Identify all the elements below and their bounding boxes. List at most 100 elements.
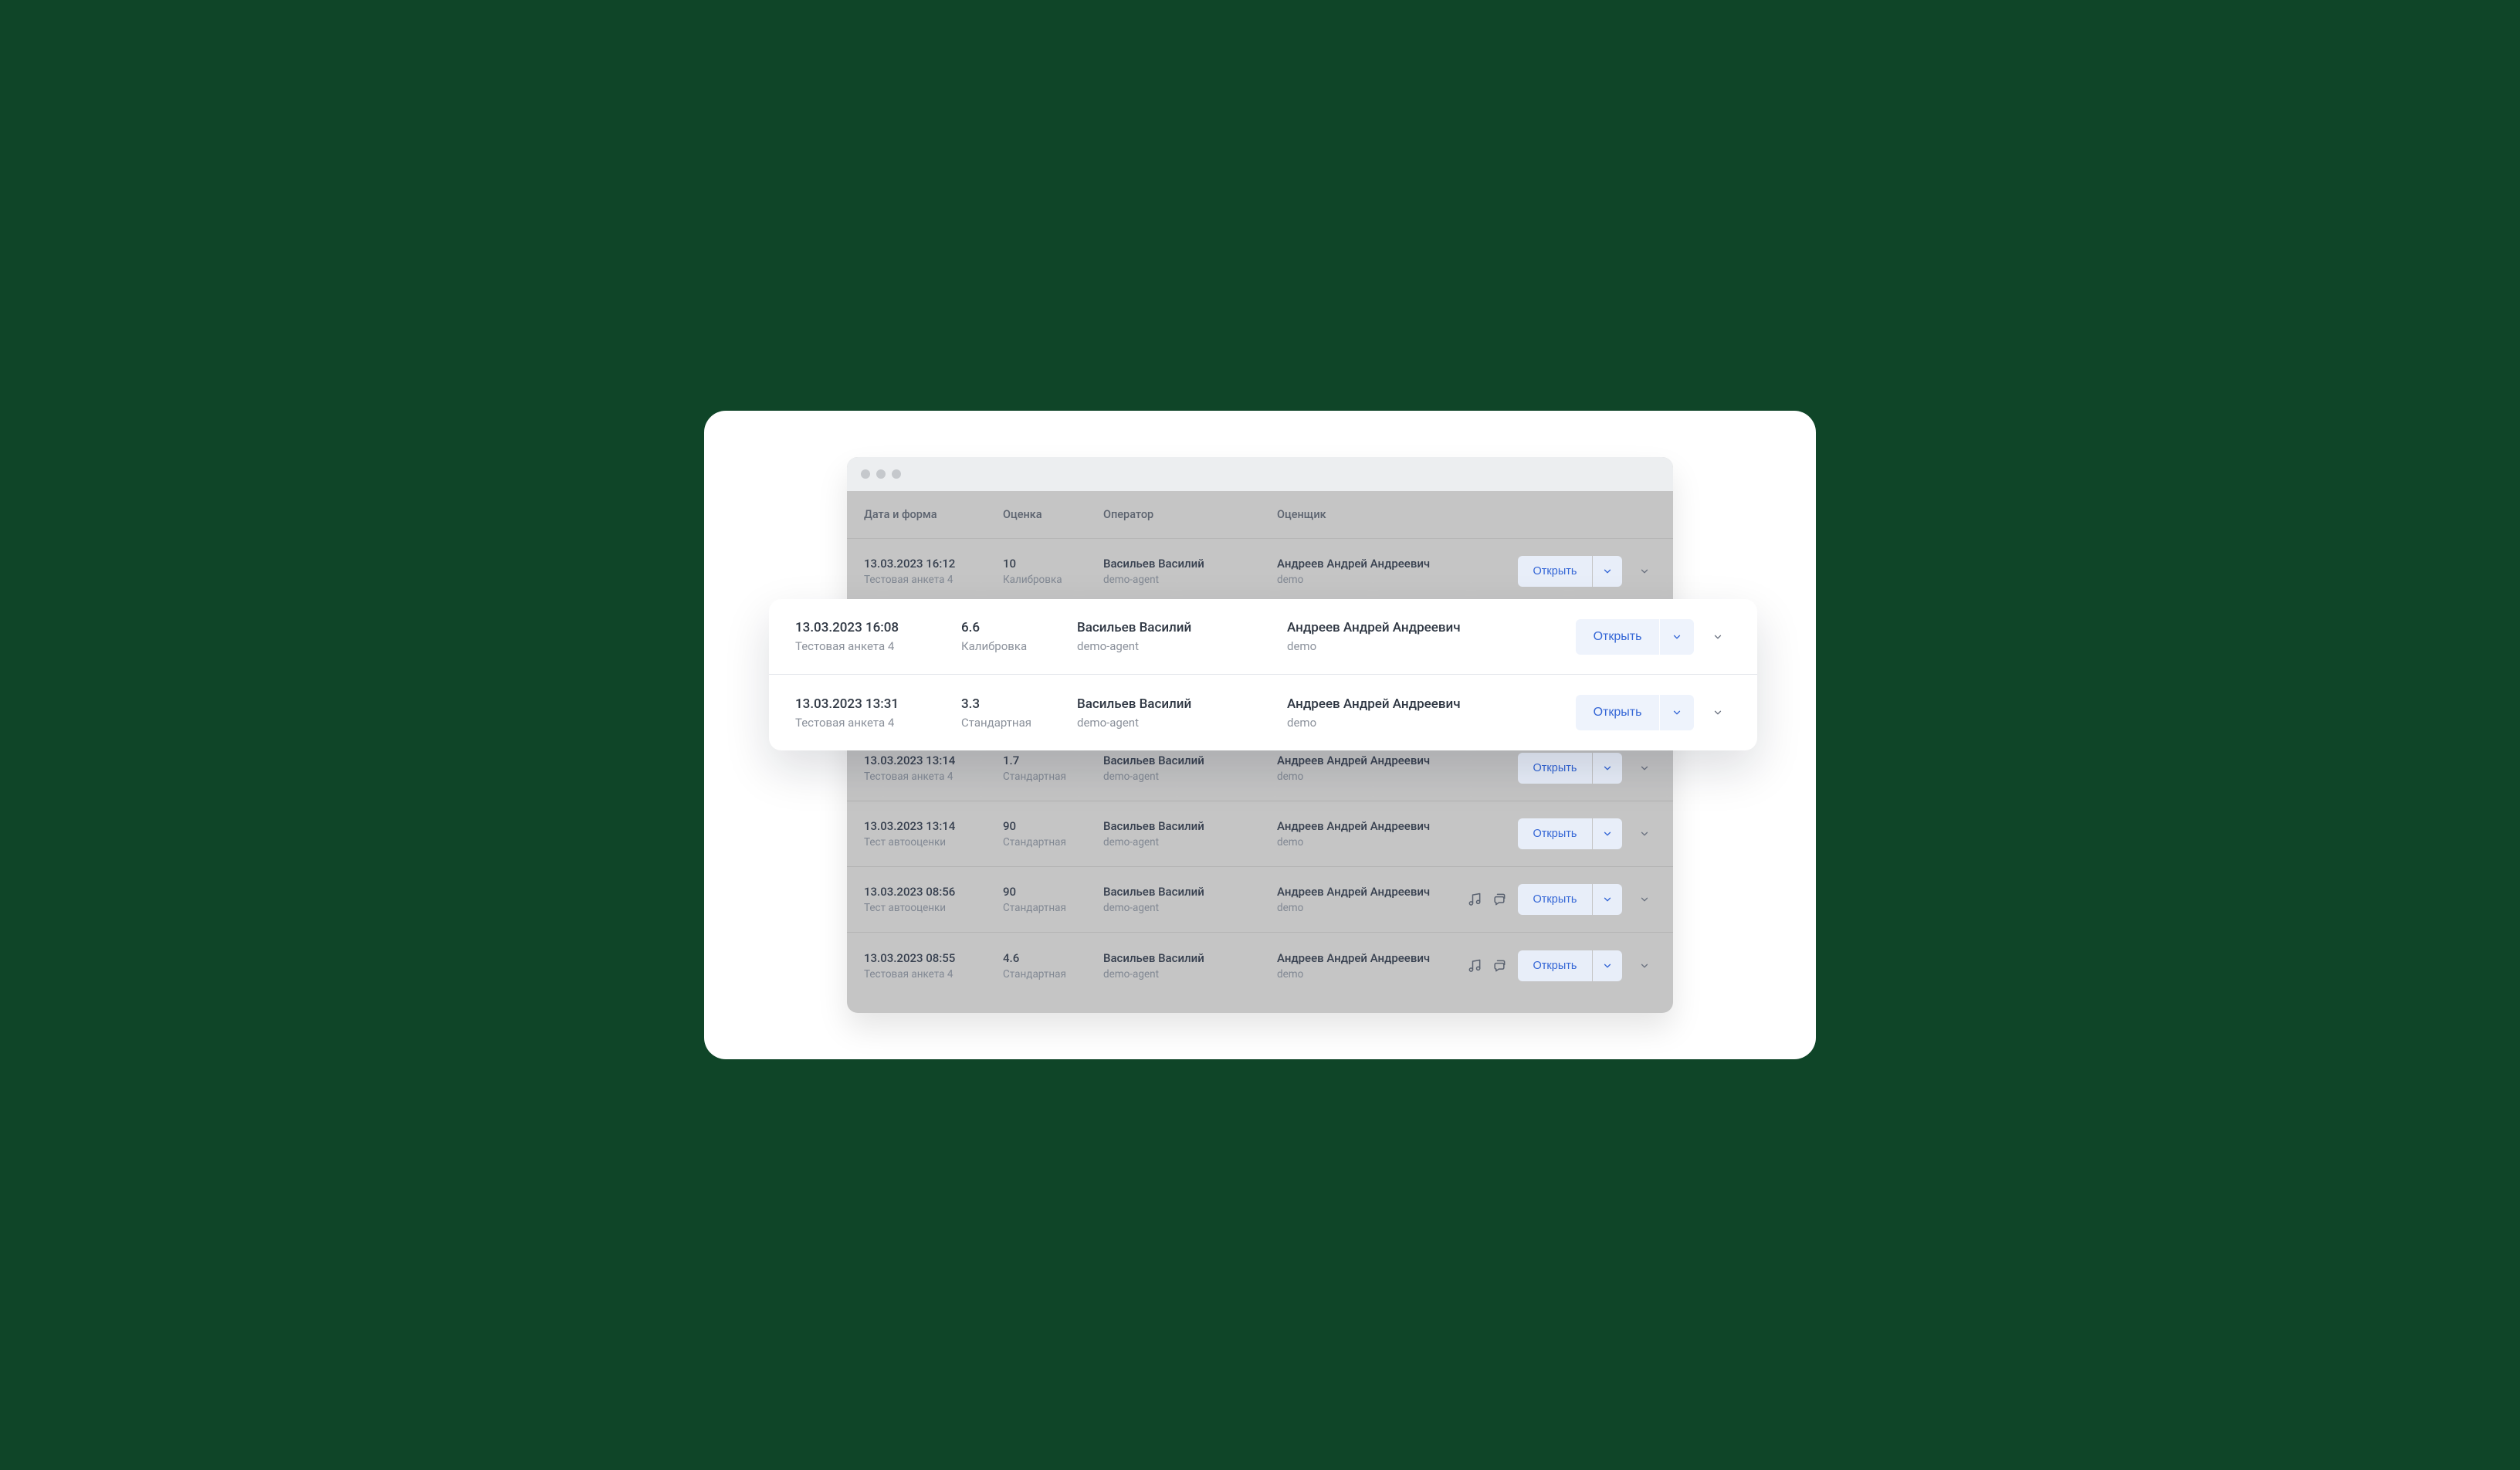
open-button[interactable]: Открыть bbox=[1576, 695, 1659, 730]
open-button-group: Открыть bbox=[1518, 753, 1622, 784]
score-value: 10 bbox=[1003, 557, 1103, 571]
cell-datetime: 13.03.2023 13:14 bbox=[864, 754, 1003, 767]
evaluator-sub: demo bbox=[1277, 771, 1455, 783]
operator-sub: demo-agent bbox=[1077, 639, 1287, 653]
expand-row-button[interactable] bbox=[1633, 560, 1656, 583]
score-type: Стандартная bbox=[1003, 968, 1103, 981]
cell-score: 4.6 Стандартная bbox=[1003, 951, 1103, 981]
cell-evaluator: Андреев Андрей Андреевич demo bbox=[1277, 557, 1455, 586]
audio-icon[interactable] bbox=[1467, 958, 1482, 974]
cell-score: 6.6 Калибровка bbox=[961, 620, 1077, 653]
operator-name: Васильев Василий bbox=[1077, 696, 1287, 712]
open-dropdown-button[interactable] bbox=[1593, 950, 1622, 981]
operator-name: Васильев Василий bbox=[1103, 754, 1277, 767]
open-button[interactable]: Открыть bbox=[1576, 619, 1659, 655]
cell-datetime: 13.03.2023 16:12 bbox=[864, 557, 1003, 571]
cell-date-form: 13.03.2023 16:08 Тестовая анкета 4 bbox=[795, 620, 961, 653]
evaluator-name: Андреев Андрей Андреевич bbox=[1277, 754, 1455, 767]
table-row: 13.03.2023 16:08 Тестовая анкета 4 6.6 К… bbox=[769, 599, 1757, 675]
traffic-light-red[interactable] bbox=[861, 469, 870, 479]
open-button-group: Открыть bbox=[1518, 950, 1622, 981]
open-dropdown-button[interactable] bbox=[1660, 695, 1694, 730]
cell-date-form: 13.03.2023 08:55 Тестовая анкета 4 bbox=[864, 951, 1003, 981]
cell-form: Тест автооценки bbox=[864, 836, 1003, 848]
col-evaluator: Оценщик bbox=[1277, 508, 1455, 521]
operator-name: Васильев Василий bbox=[1103, 819, 1277, 833]
cell-date-form: 13.03.2023 08:56 Тест автооценки bbox=[864, 885, 1003, 914]
open-button[interactable]: Открыть bbox=[1518, 950, 1592, 981]
row-actions: Открыть bbox=[1455, 818, 1656, 849]
traffic-light-green[interactable] bbox=[892, 469, 901, 479]
audio-icon[interactable] bbox=[1467, 892, 1482, 907]
evaluator-name: Андреев Андрей Андреевич bbox=[1287, 620, 1530, 635]
table-row: 13.03.2023 08:55 Тестовая анкета 4 4.6 С… bbox=[847, 933, 1673, 998]
evaluator-sub: demo bbox=[1277, 968, 1455, 981]
cell-date-form: 13.03.2023 16:12 Тестовая анкета 4 bbox=[864, 557, 1003, 586]
cell-score: 10 Калибровка bbox=[1003, 557, 1103, 586]
table-row: 13.03.2023 13:31 Тестовая анкета 4 3.3 С… bbox=[769, 675, 1757, 750]
cell-datetime: 13.03.2023 16:08 bbox=[795, 620, 961, 635]
evaluator-name: Андреев Андрей Андреевич bbox=[1277, 885, 1455, 899]
open-dropdown-button[interactable] bbox=[1593, 753, 1622, 784]
cell-date-form: 13.03.2023 13:14 Тест автооценки bbox=[864, 819, 1003, 848]
cell-operator: Васильев Василий demo-agent bbox=[1103, 951, 1277, 981]
cell-score: 1.7 Стандартная bbox=[1003, 754, 1103, 783]
cell-score: 90 Стандартная bbox=[1003, 885, 1103, 914]
cell-operator: Васильев Василий demo-agent bbox=[1103, 885, 1277, 914]
operator-sub: demo-agent bbox=[1103, 574, 1277, 586]
cell-evaluator: Андреев Андрей Андреевич demo bbox=[1277, 885, 1455, 914]
score-type: Калибровка bbox=[961, 639, 1077, 653]
popout-card: 13.03.2023 16:08 Тестовая анкета 4 6.6 К… bbox=[769, 599, 1757, 750]
open-button[interactable]: Открыть bbox=[1518, 753, 1592, 784]
score-type: Калибровка bbox=[1003, 574, 1103, 586]
expand-row-button[interactable] bbox=[1633, 822, 1656, 845]
open-button-group: Открыть bbox=[1518, 884, 1622, 915]
open-button[interactable]: Открыть bbox=[1518, 556, 1592, 587]
table-row: 13.03.2023 13:14 Тест автооценки 90 Стан… bbox=[847, 801, 1673, 867]
cell-form: Тестовая анкета 4 bbox=[864, 968, 1003, 981]
cell-form: Тестовая анкета 4 bbox=[864, 574, 1003, 586]
cell-evaluator: Андреев Андрей Андреевич demo bbox=[1287, 696, 1530, 730]
score-value: 1.7 bbox=[1003, 754, 1103, 767]
cell-form: Тестовая анкета 4 bbox=[795, 639, 961, 653]
expand-row-button[interactable] bbox=[1633, 888, 1656, 911]
open-dropdown-button[interactable] bbox=[1593, 556, 1622, 587]
cell-evaluator: Андреев Андрей Андреевич demo bbox=[1287, 620, 1530, 653]
score-value: 90 bbox=[1003, 885, 1103, 899]
col-score: Оценка bbox=[1003, 508, 1103, 521]
table-row: 13.03.2023 08:56 Тест автооценки 90 Стан… bbox=[847, 867, 1673, 933]
window-titlebar bbox=[847, 457, 1673, 491]
open-dropdown-button[interactable] bbox=[1660, 619, 1694, 655]
chat-icon[interactable] bbox=[1492, 958, 1507, 974]
cell-operator: Васильев Василий demo-agent bbox=[1077, 696, 1287, 730]
score-type: Стандартная bbox=[1003, 836, 1103, 848]
row-actions: Открыть bbox=[1455, 556, 1656, 587]
row-actions: Открыть bbox=[1455, 950, 1656, 981]
operator-sub: demo-agent bbox=[1103, 968, 1277, 981]
evaluator-sub: demo bbox=[1287, 639, 1530, 653]
score-value: 3.3 bbox=[961, 696, 1077, 712]
operator-name: Васильев Василий bbox=[1103, 951, 1277, 965]
open-button[interactable]: Открыть bbox=[1518, 818, 1592, 849]
chat-icon[interactable] bbox=[1492, 892, 1507, 907]
cell-date-form: 13.03.2023 13:14 Тестовая анкета 4 bbox=[864, 754, 1003, 783]
cell-datetime: 13.03.2023 08:55 bbox=[864, 951, 1003, 965]
cell-operator: Васильев Василий demo-agent bbox=[1103, 754, 1277, 783]
evaluator-name: Андреев Андрей Андреевич bbox=[1287, 696, 1530, 712]
cell-datetime: 13.03.2023 08:56 bbox=[864, 885, 1003, 899]
open-dropdown-button[interactable] bbox=[1593, 818, 1622, 849]
operator-sub: demo-agent bbox=[1103, 771, 1277, 783]
cell-operator: Васильев Василий demo-agent bbox=[1077, 620, 1287, 653]
evaluator-sub: demo bbox=[1277, 902, 1455, 914]
expand-row-button[interactable] bbox=[1633, 757, 1656, 780]
operator-name: Васильев Василий bbox=[1077, 620, 1287, 635]
expand-row-button[interactable] bbox=[1633, 954, 1656, 977]
open-button-group: Открыть bbox=[1518, 556, 1622, 587]
traffic-light-yellow[interactable] bbox=[876, 469, 886, 479]
operator-sub: demo-agent bbox=[1103, 902, 1277, 914]
expand-row-button[interactable] bbox=[1705, 699, 1731, 726]
expand-row-button[interactable] bbox=[1705, 624, 1731, 650]
open-button[interactable]: Открыть bbox=[1518, 884, 1592, 915]
open-dropdown-button[interactable] bbox=[1593, 884, 1622, 915]
open-button-group: Открыть bbox=[1518, 818, 1622, 849]
